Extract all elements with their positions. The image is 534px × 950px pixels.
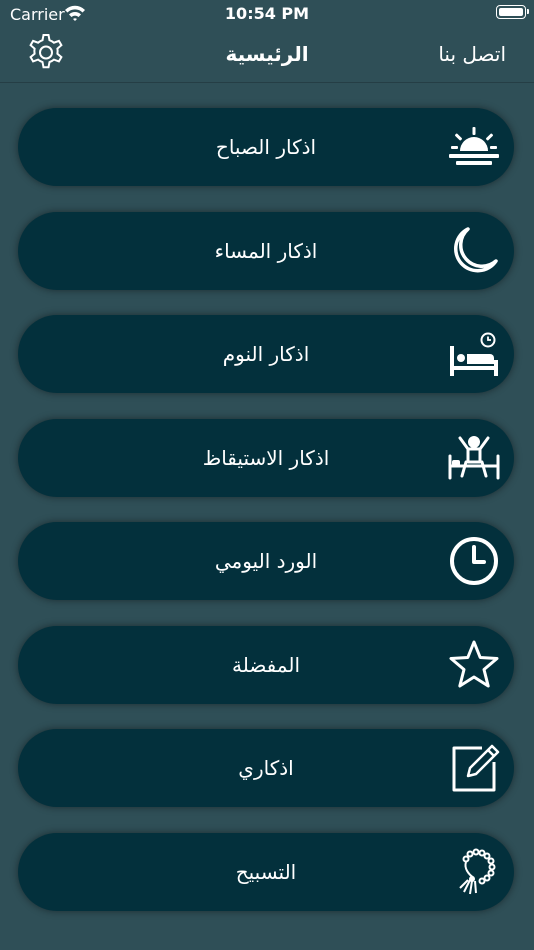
wake-up-icon bbox=[446, 432, 502, 484]
menu-item-tasbih[interactable]: التسبيح bbox=[18, 832, 514, 911]
menu-item-label: اذكار النوم bbox=[222, 342, 310, 366]
menu-item-label: اذكاري bbox=[238, 756, 294, 780]
main-menu: اذكار الصباح اذكار المساء اذكار النوم اذ… bbox=[18, 108, 516, 936]
bed-icon bbox=[446, 328, 502, 380]
menu-item-label: اذكار الاستيقاظ bbox=[202, 445, 330, 470]
menu-item-my-adhkar[interactable]: اذكاري bbox=[18, 729, 514, 807]
menu-item-label: التسبيح bbox=[235, 859, 297, 884]
battery-icon bbox=[496, 5, 529, 19]
moon-icon bbox=[446, 225, 502, 277]
menu-item-label: الورد اليومي bbox=[214, 549, 318, 573]
menu-item-label: اذكار المساء bbox=[214, 238, 318, 263]
menu-item-sleep-adhkar[interactable]: اذكار النوم bbox=[18, 315, 514, 393]
menu-item-waking-adhkar[interactable]: اذكار الاستيقاظ bbox=[18, 418, 514, 497]
star-icon bbox=[446, 639, 502, 691]
sunrise-icon bbox=[446, 121, 502, 173]
menu-item-evening-adhkar[interactable]: اذكار المساء bbox=[18, 211, 514, 290]
menu-item-favorites[interactable]: المفضلة bbox=[18, 625, 514, 704]
edit-note-icon bbox=[446, 742, 502, 794]
menu-item-label: اذكار الصباح bbox=[215, 135, 317, 159]
clock-icon bbox=[446, 535, 502, 587]
menu-item-morning-adhkar[interactable]: اذكار الصباح bbox=[18, 108, 514, 186]
status-time: 10:54 PM bbox=[224, 4, 310, 23]
navigation-bar: الرئيسية اتصل بنا bbox=[0, 28, 534, 83]
status-bar: Carrier 10:54 PM bbox=[0, 0, 534, 28]
menu-item-label: المفضلة bbox=[231, 652, 301, 677]
menu-item-daily-wird[interactable]: الورد اليومي bbox=[18, 522, 514, 600]
prayer-beads-icon bbox=[446, 846, 502, 898]
contact-us-link[interactable]: اتصل بنا bbox=[438, 42, 506, 66]
